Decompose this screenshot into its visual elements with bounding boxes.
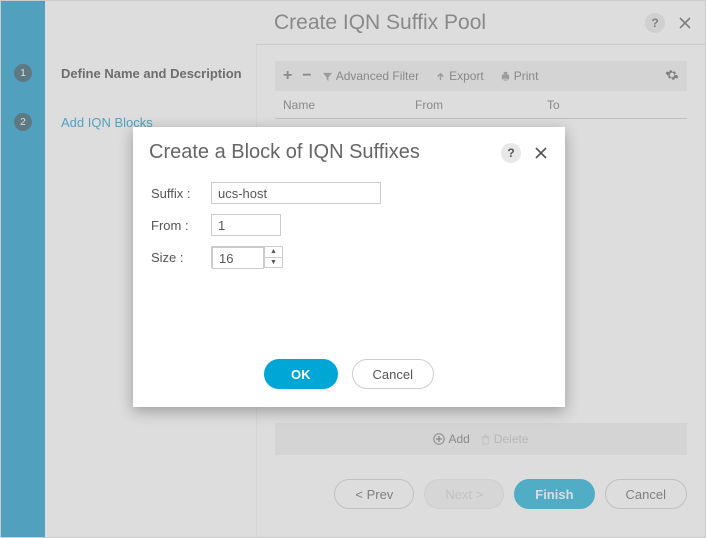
- size-label: Size :: [151, 250, 211, 265]
- size-stepper[interactable]: ▲ ▼: [211, 246, 283, 268]
- dialog-title: Create a Block of IQN Suffixes: [149, 141, 501, 164]
- dialog-body: Suffix : From : Size : ▲ ▼: [133, 172, 565, 359]
- dialog-header: Create a Block of IQN Suffixes ?: [133, 127, 565, 172]
- spin-down-icon[interactable]: ▼: [265, 258, 282, 268]
- dialog-cancel-button[interactable]: Cancel: [352, 359, 434, 389]
- dialog-help-icon[interactable]: ?: [501, 143, 521, 163]
- wizard-screen: 1 2 Define Name and Description Add IQN …: [0, 0, 706, 538]
- dialog-button-row: OK Cancel: [133, 359, 565, 407]
- create-iqn-block-dialog: Create a Block of IQN Suffixes ? Suffix …: [133, 127, 565, 407]
- ok-button[interactable]: OK: [264, 359, 338, 389]
- suffix-input[interactable]: [211, 182, 381, 204]
- dialog-close-icon[interactable]: [533, 145, 549, 161]
- from-label: From :: [151, 218, 211, 233]
- spin-up-icon[interactable]: ▲: [265, 247, 282, 258]
- from-input[interactable]: [211, 214, 281, 236]
- size-input[interactable]: [212, 247, 264, 269]
- suffix-label: Suffix :: [151, 186, 211, 201]
